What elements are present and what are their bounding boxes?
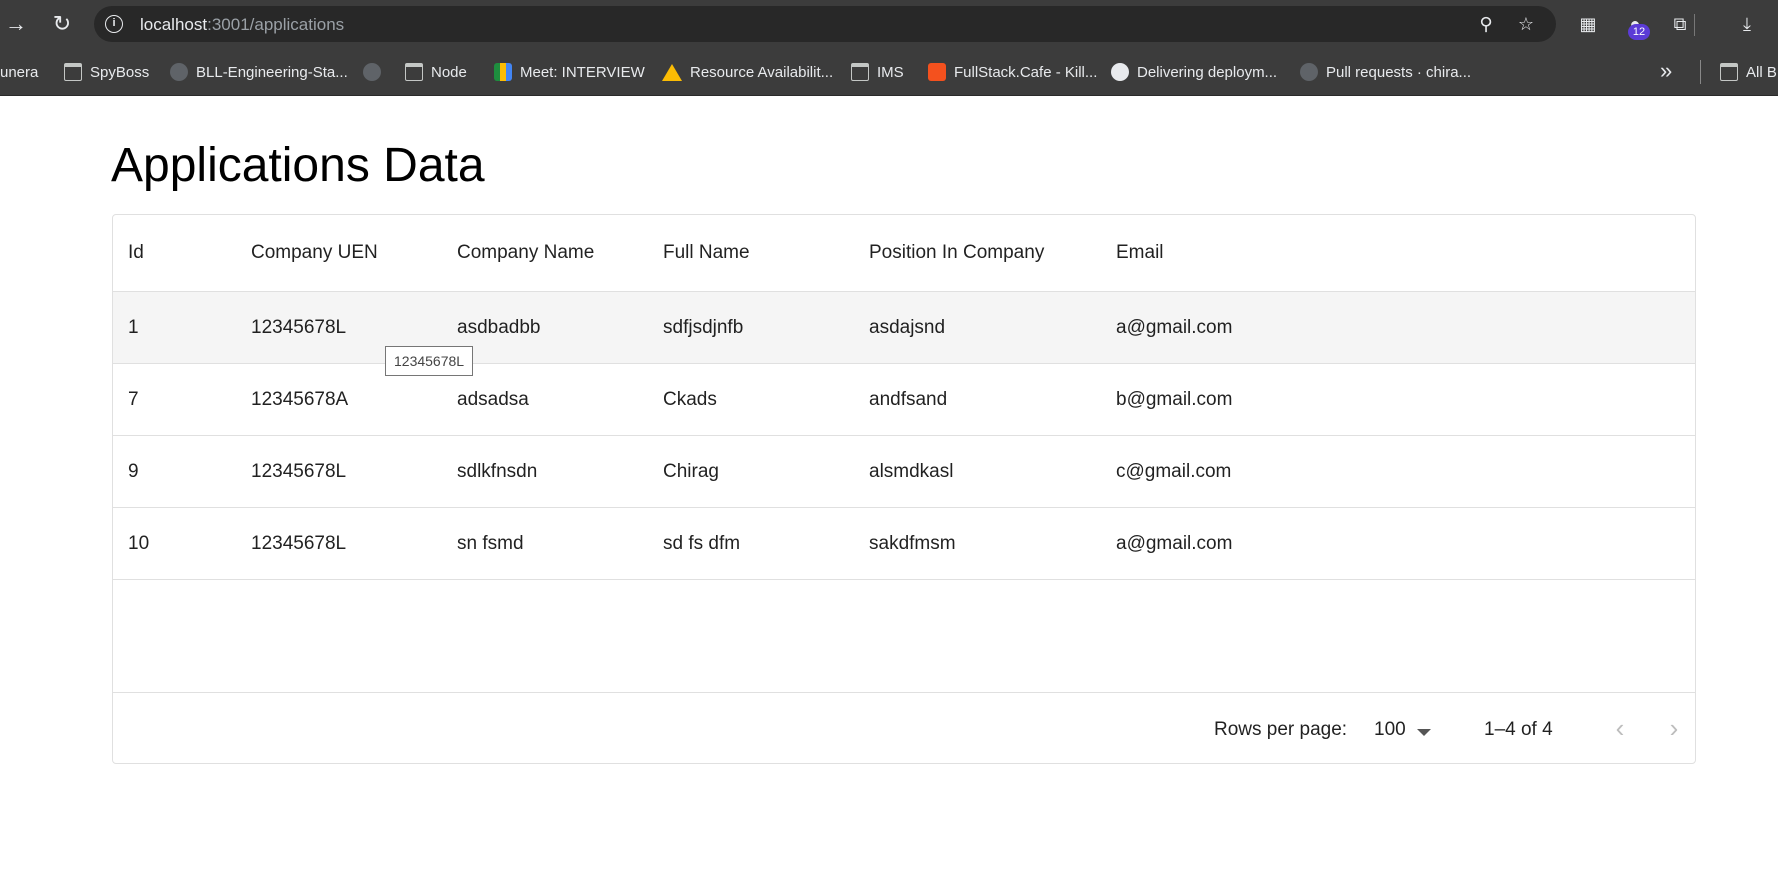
cell-company-name[interactable]: sn fsmd — [457, 508, 524, 579]
url-path: :3001/applications — [207, 15, 345, 34]
url-text[interactable]: localhost:3001/applications — [140, 15, 344, 35]
cell-id[interactable]: 9 — [128, 436, 139, 507]
cell-email[interactable]: a@gmail.com — [1116, 508, 1232, 579]
bookmark-label: FullStack.Cafe - Kill... — [954, 63, 1098, 81]
bookmark-label: BLL-Engineering-Sta... — [196, 63, 348, 81]
bookmark-label: All B — [1746, 63, 1777, 81]
cell-full-name[interactable]: Ckads — [663, 364, 717, 435]
table-row[interactable]: 1 12345678L asdbadbb sdfjsdjnfb asdajsnd… — [113, 292, 1695, 364]
pagination-range: 1–4 of 4 — [1484, 719, 1553, 740]
browser-chrome: → ↻ i localhost:3001/applications ⚲ ☆ ▦ … — [0, 0, 1778, 96]
cell-tooltip: 12345678L — [385, 346, 474, 376]
cell-full-name[interactable]: sd fs dfm — [663, 508, 740, 579]
drive-icon — [662, 63, 682, 81]
bookmark-label: Delivering deploym... — [1137, 63, 1278, 81]
column-header-company-uen[interactable]: Company UEN — [251, 215, 378, 291]
table-row[interactable]: 10 12345678L sn fsmd sd fs dfm sakdfmsm … — [113, 508, 1695, 580]
table-footer: Rows per page: 100 1–4 of 4 ‹ › — [113, 692, 1695, 764]
bookmark-label: Meet: INTERVIEW — [520, 63, 645, 81]
extension-badge: 12 — [1628, 24, 1650, 40]
bookmark-item[interactable]: All B — [1720, 62, 1777, 82]
bookmark-label: unera — [0, 63, 39, 81]
bookmark-item[interactable]: Pull requests · chira... — [1300, 62, 1471, 82]
forward-icon[interactable]: → — [2, 10, 30, 38]
cell-position[interactable]: andfsand — [869, 364, 947, 435]
cell-email[interactable]: b@gmail.com — [1116, 364, 1232, 435]
cell-company-uen[interactable]: 12345678A — [251, 364, 348, 435]
url-host: localhost — [140, 15, 208, 34]
extensions-puzzle-icon[interactable]: ⧉ — [1667, 11, 1693, 37]
cell-position[interactable]: alsmdkasl — [869, 436, 953, 507]
table-header: Id Company UEN Company Name Full Name Po… — [113, 215, 1695, 292]
qr-code-icon[interactable]: ▦ — [1575, 11, 1601, 37]
folder-icon — [64, 63, 82, 81]
fullstack-cafe-icon — [928, 63, 946, 81]
bookmark-item[interactable]: Meet: INTERVIEW — [494, 62, 645, 82]
cell-email[interactable]: c@gmail.com — [1116, 436, 1231, 507]
cell-position[interactable]: sakdfmsm — [869, 508, 956, 579]
cell-full-name[interactable]: Chirag — [663, 436, 719, 507]
meet-icon — [494, 63, 512, 81]
bookmark-item[interactable]: BLL-Engineering-Sta... — [170, 62, 348, 82]
cell-position[interactable]: asdajsnd — [869, 292, 945, 363]
column-header-full-name[interactable]: Full Name — [663, 215, 750, 291]
bookmark-item[interactable]: unera — [0, 62, 38, 82]
cell-company-name[interactable]: sdlkfnsdn — [457, 436, 537, 507]
bookmark-item[interactable]: SpyBoss — [64, 62, 149, 82]
download-icon[interactable]: ⤓ — [1734, 11, 1760, 37]
cell-email[interactable]: a@gmail.com — [1116, 292, 1232, 363]
zoom-icon[interactable]: ⚲ — [1475, 13, 1497, 35]
bookmarks-bar: unera SpyBoss BLL-Engineering-Sta... Nod… — [0, 48, 1778, 96]
rows-per-page-select[interactable]: 100 — [1374, 719, 1406, 741]
bookmark-item[interactable]: IMS — [851, 62, 904, 82]
dropdown-arrow-icon[interactable] — [1417, 729, 1431, 736]
cell-id[interactable]: 10 — [128, 508, 149, 579]
cell-company-uen[interactable]: 12345678L — [251, 292, 346, 363]
reload-icon[interactable]: ↻ — [48, 10, 76, 38]
next-page-icon[interactable]: › — [1656, 711, 1692, 747]
cell-full-name[interactable]: sdfjsdjnfb — [663, 292, 743, 363]
bookmark-item[interactable]: Node — [405, 62, 467, 82]
column-header-id[interactable]: Id — [128, 215, 144, 291]
address-bar-row: → ↻ i localhost:3001/applications ⚲ ☆ ▦ … — [0, 0, 1778, 48]
column-header-email[interactable]: Email — [1116, 215, 1164, 291]
bookmark-label: Pull requests · chira... — [1326, 63, 1472, 81]
toolbar-divider — [1694, 14, 1695, 36]
github-icon — [1111, 63, 1129, 81]
bookmark-label: Node — [431, 63, 467, 81]
bookmark-star-icon[interactable]: ☆ — [1515, 13, 1537, 35]
bookmark-item[interactable]: FullStack.Cafe - Kill... — [928, 62, 1097, 82]
omnibox[interactable]: i localhost:3001/applications ⚲ ☆ — [94, 6, 1556, 42]
bookmark-item[interactable] — [363, 62, 381, 82]
previous-page-icon[interactable]: ‹ — [1602, 711, 1638, 747]
folder-icon — [1720, 63, 1738, 81]
table-row[interactable]: 7 12345678A adsadsa Ckads andfsand b@gma… — [113, 364, 1695, 436]
table-row[interactable]: 9 12345678L sdlkfnsdn Chirag alsmdkasl c… — [113, 436, 1695, 508]
more-bookmarks-icon[interactable]: » — [1660, 58, 1672, 84]
rows-per-page-label: Rows per page: — [1214, 719, 1348, 740]
cell-company-uen[interactable]: 12345678L — [251, 436, 346, 507]
page-title: Applications Data — [111, 139, 485, 192]
site-info-icon[interactable]: i — [105, 15, 123, 33]
column-header-company-name[interactable]: Company Name — [457, 215, 594, 291]
bookmark-label: IMS — [877, 63, 904, 81]
github-icon — [363, 63, 381, 81]
bookmark-label: Resource Availabilit... — [690, 63, 834, 81]
bookmark-item[interactable]: Resource Availabilit... — [662, 62, 833, 82]
cell-id[interactable]: 7 — [128, 364, 139, 435]
github-icon — [1300, 63, 1318, 81]
applications-table: Id Company UEN Company Name Full Name Po… — [112, 214, 1696, 764]
column-header-position[interactable]: Position In Company — [869, 215, 1044, 291]
cell-company-uen[interactable]: 12345678L — [251, 508, 346, 579]
bookmark-item[interactable]: Delivering deploym... — [1111, 62, 1277, 82]
bookmark-label: SpyBoss — [90, 63, 150, 81]
folder-icon — [851, 63, 869, 81]
bookmarks-divider — [1700, 60, 1701, 84]
folder-icon — [405, 63, 423, 81]
cell-id[interactable]: 1 — [128, 292, 139, 363]
github-icon — [170, 63, 188, 81]
